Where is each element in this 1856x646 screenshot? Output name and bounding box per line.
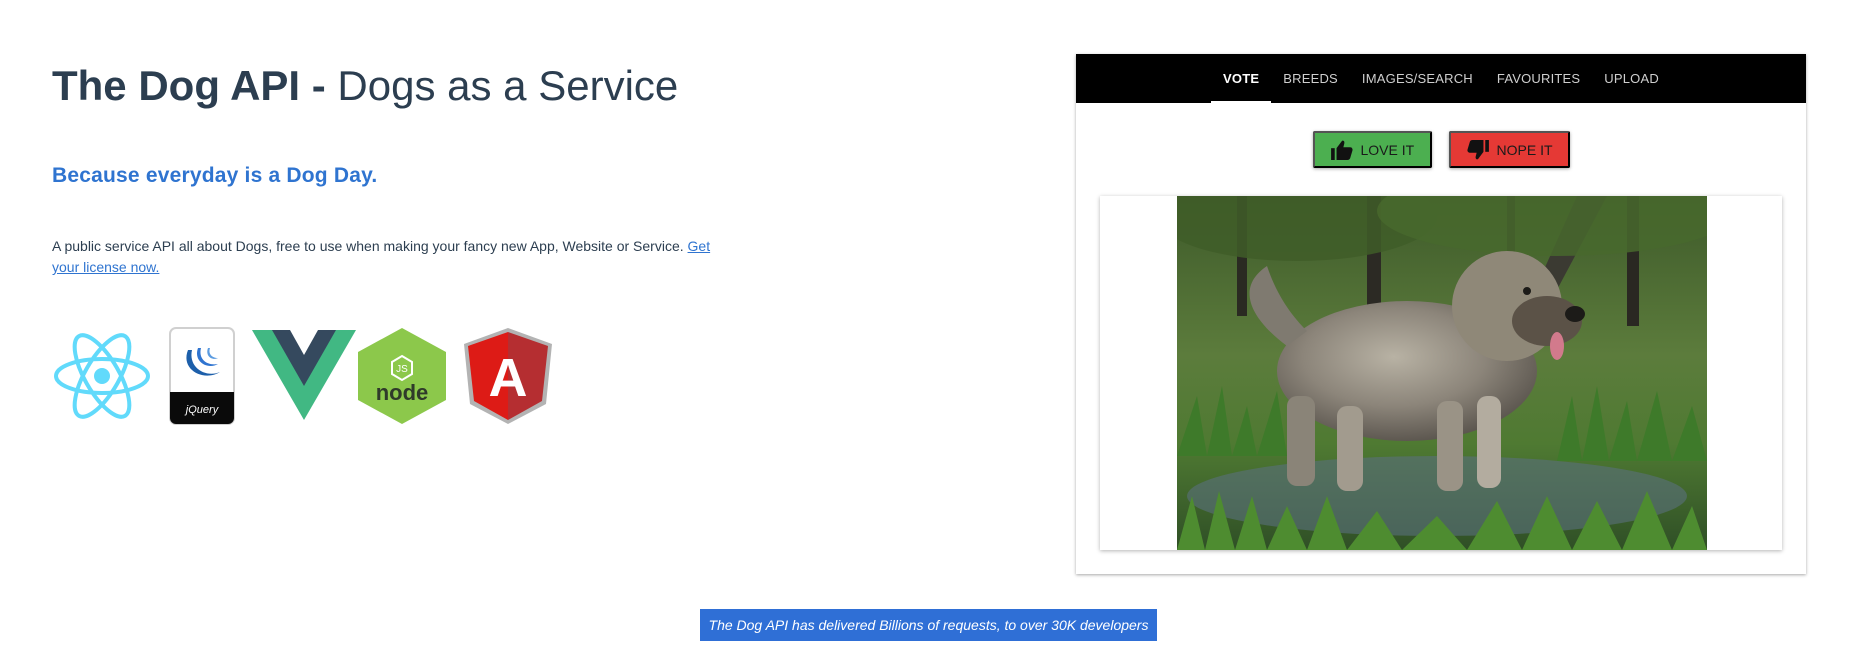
page-title-strong: The Dog API - bbox=[52, 62, 326, 109]
node-label: node bbox=[376, 380, 429, 405]
node-badge-text: JS bbox=[396, 364, 408, 375]
description-text: A public service API all about Dogs, fre… bbox=[52, 238, 688, 254]
tab-upload[interactable]: UPLOAD bbox=[1592, 54, 1671, 103]
nope-it-button[interactable]: NOPE IT bbox=[1448, 131, 1570, 168]
requests-badge: The Dog API has delivered Billions of re… bbox=[700, 609, 1157, 641]
love-it-button[interactable]: LOVE IT bbox=[1312, 131, 1432, 168]
page-title-rest: Dogs as a Service bbox=[325, 62, 679, 109]
angular-icon: A bbox=[464, 328, 552, 424]
framework-logos: jQuery JS node A bbox=[52, 326, 732, 426]
nodejs-icon: JS node bbox=[358, 328, 446, 424]
love-it-label: LOVE IT bbox=[1360, 141, 1415, 158]
nope-it-label: NOPE IT bbox=[1496, 141, 1553, 158]
tab-images-search[interactable]: IMAGES/SEARCH bbox=[1350, 54, 1485, 103]
page-title: The Dog API - Dogs as a Service bbox=[52, 58, 732, 114]
tab-favourites[interactable]: FAVOURITES bbox=[1485, 54, 1592, 103]
tagline: Because everyday is a Dog Day. bbox=[52, 164, 378, 187]
react-icon bbox=[54, 333, 150, 419]
vue-icon bbox=[252, 330, 356, 420]
dog-photo[interactable] bbox=[1177, 196, 1707, 550]
tab-breeds[interactable]: BREEDS bbox=[1271, 54, 1350, 103]
thumbs-down-icon bbox=[1466, 139, 1489, 160]
demo-nav: VOTE BREEDS IMAGES/SEARCH FAVOURITES UPL… bbox=[1076, 54, 1806, 103]
page: The Dog API - Dogs as a Service Because … bbox=[0, 0, 1856, 646]
dog-image-card bbox=[1100, 196, 1782, 550]
tab-vote[interactable]: VOTE bbox=[1211, 54, 1272, 103]
jquery-label: jQuery bbox=[184, 404, 220, 416]
jquery-icon: jQuery bbox=[169, 327, 235, 425]
description: A public service API all about Dogs, fre… bbox=[52, 236, 732, 278]
api-demo-panel: VOTE BREEDS IMAGES/SEARCH FAVOURITES UPL… bbox=[1076, 54, 1806, 574]
thumbs-up-icon bbox=[1330, 140, 1353, 160]
intro-section: The Dog API - Dogs as a Service Because … bbox=[52, 58, 732, 426]
angular-letter: A bbox=[489, 348, 528, 408]
vote-buttons: LOVE IT NOPE IT bbox=[1076, 131, 1806, 168]
